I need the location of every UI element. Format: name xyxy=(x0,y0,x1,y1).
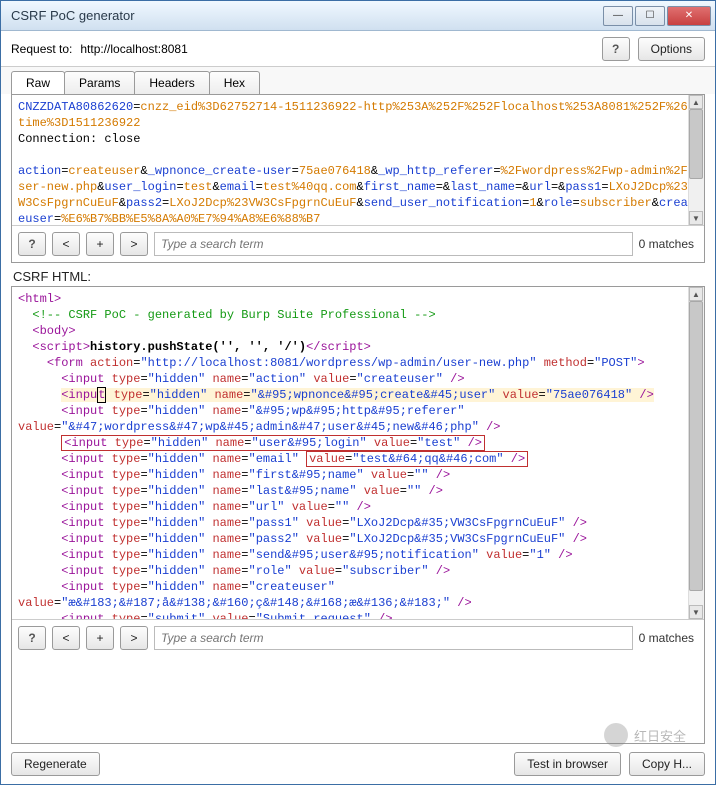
watermark-text: 红日安全 xyxy=(634,726,686,745)
highlight-box-1: <input type="hidden" name="user&#95;logi… xyxy=(61,435,485,451)
titlebar[interactable]: CSRF PoC generator — ☐ ✕ xyxy=(1,1,715,31)
scroll-thumb[interactable] xyxy=(689,109,703,179)
csrf-code[interactable]: <html> <!-- CSRF PoC - generated by Burp… xyxy=(12,287,704,619)
search-matches: 0 matches xyxy=(639,237,698,251)
window-buttons: — ☐ ✕ xyxy=(603,6,711,26)
options-button[interactable]: Options xyxy=(638,37,705,61)
minimize-button[interactable]: — xyxy=(603,6,633,26)
search-add-button[interactable]: + xyxy=(86,626,114,650)
csrf-scrollbar[interactable]: ▲ ▼ xyxy=(688,287,704,619)
request-to-label: Request to: xyxy=(11,42,72,56)
footer: Regenerate Test in browser Copy H... xyxy=(1,744,715,784)
highlight-box-2: value="test&#64;qq&#46;com" /> xyxy=(306,451,528,467)
scroll-up-icon[interactable]: ▲ xyxy=(689,95,703,109)
request-toolbar: Request to: http://localhost:8081 ? Opti… xyxy=(1,31,715,67)
search-prev-button[interactable]: < xyxy=(52,626,80,650)
search-input[interactable] xyxy=(154,626,633,650)
watermark-icon xyxy=(604,723,628,747)
regenerate-button[interactable]: Regenerate xyxy=(11,752,100,776)
watermark: 红日安全 xyxy=(604,723,686,747)
tab-hex[interactable]: Hex xyxy=(209,71,260,94)
csrf-panel: <html> <!-- CSRF PoC - generated by Burp… xyxy=(11,286,705,744)
tab-raw[interactable]: Raw xyxy=(11,71,65,94)
maximize-button[interactable]: ☐ xyxy=(635,6,665,26)
csrf-html-label: CSRF HTML: xyxy=(1,263,715,286)
close-button[interactable]: ✕ xyxy=(667,6,711,26)
raw-panel: CNZZDATA80862620=cnzz_eid%3D62752714-151… xyxy=(11,94,705,263)
scroll-thumb[interactable] xyxy=(689,301,703,591)
scroll-down-icon[interactable]: ▼ xyxy=(689,211,703,225)
search-input[interactable] xyxy=(154,232,633,256)
search-next-button[interactable]: > xyxy=(120,232,148,256)
window: CSRF PoC generator — ☐ ✕ Request to: htt… xyxy=(0,0,716,785)
search-help-button[interactable]: ? xyxy=(18,232,46,256)
test-in-browser-button[interactable]: Test in browser xyxy=(514,752,621,776)
scroll-up-icon[interactable]: ▲ xyxy=(689,287,703,301)
tab-params[interactable]: Params xyxy=(64,71,135,94)
csrf-searchbar: ? < + > 0 matches xyxy=(12,619,704,656)
request-to-value: http://localhost:8081 xyxy=(80,42,187,56)
search-next-button[interactable]: > xyxy=(120,626,148,650)
window-title: CSRF PoC generator xyxy=(11,8,603,23)
raw-searchbar: ? < + > 0 matches xyxy=(12,225,704,262)
search-add-button[interactable]: + xyxy=(86,232,114,256)
tabs: Raw Params Headers Hex xyxy=(1,67,715,94)
copy-html-button[interactable]: Copy H... xyxy=(629,752,705,776)
scroll-down-icon[interactable]: ▼ xyxy=(689,605,703,619)
tab-headers[interactable]: Headers xyxy=(134,71,209,94)
search-matches: 0 matches xyxy=(639,631,698,645)
raw-scrollbar[interactable]: ▲ ▼ xyxy=(688,95,704,225)
help-button[interactable]: ? xyxy=(602,37,630,61)
search-help-button[interactable]: ? xyxy=(18,626,46,650)
search-prev-button[interactable]: < xyxy=(52,232,80,256)
raw-code[interactable]: CNZZDATA80862620=cnzz_eid%3D62752714-151… xyxy=(12,95,704,225)
